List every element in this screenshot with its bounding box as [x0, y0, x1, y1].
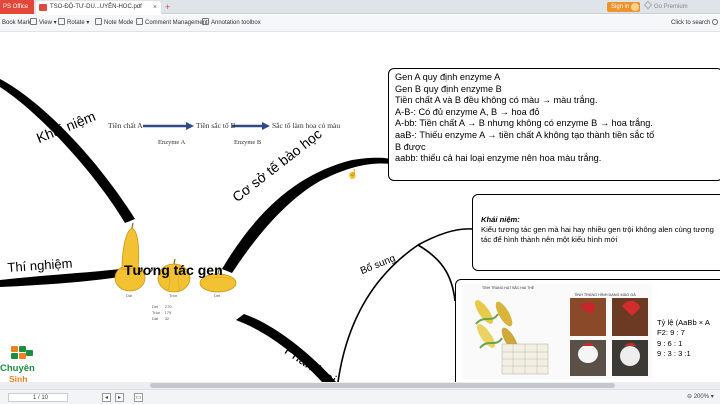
branch-definition-line [0, 79, 135, 223]
cell-basis-line: A-bb: Tiền chất A → B nhưng không có enz… [395, 118, 653, 129]
pdf-viewer-window: PS Office TSO-ĐỘ-TƯ-DU...UYÊN-HOC.pdf × … [0, 0, 720, 404]
view-label: View [39, 20, 52, 26]
document-canvas[interactable]: Khái niệm Thí nghiệm Tương tác gen Cơ sở… [0, 33, 720, 382]
supplement-body: Kiểu tương tác gen mà hai hay nhiều gen … [481, 225, 714, 244]
new-tab-button[interactable]: + [165, 0, 170, 14]
comment-icon [136, 18, 143, 25]
sign-in-button[interactable]: Sign in [607, 2, 640, 12]
rotate-label: Rotate [67, 20, 85, 26]
app-tab[interactable]: PS Office [0, 0, 34, 14]
close-tab-icon[interactable]: × [153, 1, 157, 14]
rotate-icon [58, 18, 65, 25]
cell-basis-line: aabb: thiếu cả hai loại enzyme nên hoa m… [395, 153, 602, 164]
squash-count-name: Tròn [152, 310, 161, 315]
ratio-line: 9 : 3 : 3 :1 [657, 349, 691, 359]
rotate-button[interactable]: Rotate ▾ [58, 15, 89, 32]
diagram-enzyme-b: Enzyme B [234, 139, 262, 146]
squash-long-icon [114, 222, 146, 292]
view-button[interactable]: View ▾ [30, 15, 57, 32]
panel-title-1: TÍNH TRẠNG HẠT BẮC HAI THỂ [482, 286, 535, 290]
cell-basis-note[interactable]: Gen A quy định enzyme A Gen B quy định e… [388, 68, 720, 181]
logo-text-line1: Chuyên [0, 363, 35, 374]
squash-count-value: 270 [164, 304, 172, 309]
pdf-file-icon [39, 4, 47, 11]
cell-basis-line: Gen B quy định enzyme B [395, 83, 502, 94]
next-page-button[interactable]: ▸ [115, 393, 124, 402]
cell-basis-line: aaB-: Thiếu enzyme A → tiền chất A không… [395, 129, 655, 140]
squash-count-name: Dài [152, 316, 159, 321]
squash-label-long: Dài [126, 293, 133, 298]
diagram-intermediate: Tiền sắc tố B [196, 121, 236, 130]
supplement-title: Khái niệm: [481, 215, 520, 224]
search-icon [712, 19, 719, 25]
arrow-head-b [262, 122, 270, 130]
sign-in-label: Sign in [611, 4, 630, 10]
page-number-input[interactable]: 1 / 10 [8, 393, 68, 402]
cell-basis-line: A-B-: Có đủ enzyme A, B → hoa đỏ [395, 106, 540, 117]
squash-count-value: 32 [164, 316, 170, 321]
ratio-list: Tỷ lệ (AaBb × A F2: 9 : 7 9 : 6 : 1 9 : … [657, 318, 710, 360]
squash-label-round: Tròn [169, 293, 178, 298]
go-premium-label: Go Premium [654, 4, 688, 10]
squash-count-value: 179 [164, 310, 172, 315]
corn-icon [495, 301, 513, 327]
chuyen-sinh-logo: Chuyên Sinh [0, 346, 38, 390]
title-bar: PS Office TSO-ĐỘ-TƯ-DU...UYÊN-HOC.pdf × … [0, 0, 720, 14]
cell-basis-line: Tiền chất A và B đều không có màu → màu … [395, 95, 598, 106]
logo-text-line2: Sinh [9, 374, 28, 384]
classification-illustration [474, 298, 648, 376]
horizontal-scrollbar[interactable] [0, 382, 720, 389]
corn-icon [476, 324, 496, 348]
document-tab[interactable]: TSO-ĐỘ-TƯ-DU...UYÊN-HOC.pdf × [36, 1, 161, 14]
squash-count-row: Dài 32 [152, 316, 169, 322]
branch-supplement-line [337, 228, 473, 382]
arrow-head-a [186, 122, 194, 130]
toolbar: Book Mark View ▾ Rotate ▾ Note Mode Comm… [0, 15, 720, 32]
supplement-note[interactable]: Khái niệm: Kiểu tương tác gen mà hai hay… [472, 194, 720, 271]
diagram-enzyme-a: Enzyme A [158, 139, 186, 146]
squash-count-name: Dẹt [152, 304, 159, 309]
comment-management-button[interactable]: Comment Management [136, 15, 208, 32]
ratio-line: F2: 9 : 7 [657, 328, 685, 338]
center-topic-label[interactable]: Tương tác gen [124, 262, 223, 278]
logo-grid-icon [11, 346, 33, 364]
diagram-precursor: Tiền chất A [108, 121, 143, 130]
search-button[interactable]: Click to search [671, 15, 719, 32]
zoom-level: 200% [693, 394, 710, 400]
note-mode-icon [95, 18, 102, 25]
annotation-toolbox-button[interactable]: Annotation toolbox [202, 15, 261, 32]
status-bar: 1 / 10 ◂ ▸ ▭ ⊖ 200% ▾ [0, 389, 720, 404]
classification-note[interactable]: TÍNH TRẠNG HẠT BẮC HAI THỂ TÍNH TRẠNG HÌ… [455, 279, 720, 382]
premium-diamond-icon [643, 0, 653, 10]
classification-image-panel: TÍNH TRẠNG HẠT BẮC HAI THỂ TÍNH TRẠNG HÌ… [462, 284, 652, 379]
squash-label-flat: Dẹt [214, 293, 221, 298]
diagram-pigment: Sắc tố làm hoa có màu [272, 121, 341, 130]
go-premium-button[interactable]: Go Premium [643, 0, 688, 14]
prev-page-button[interactable]: ◂ [102, 393, 111, 402]
punnett-square [501, 343, 549, 375]
panel-title-2: TÍNH TRẠNG HÌNH DẠNG MÀO GÀ [574, 293, 636, 297]
corn-icon [474, 300, 494, 324]
annotation-toolbox-label: Annotation toolbox [211, 20, 261, 26]
note-mode-button[interactable]: Note Mode [95, 15, 133, 32]
cell-basis-line: B được [395, 141, 426, 152]
comment-management-label: Comment Management [145, 20, 208, 26]
fit-page-button[interactable]: ▭ [134, 393, 143, 402]
cell-basis-line: Gen A quy định enzyme A [395, 72, 501, 82]
ratio-line: Tỷ lệ (AaBb × A [657, 318, 710, 327]
scrollbar-thumb[interactable] [150, 383, 615, 388]
search-label: Click to search [671, 20, 711, 26]
hand-cursor-icon: ☝ [347, 169, 359, 179]
branch-cell-basis-line [222, 157, 392, 273]
document-tab-label: TSO-ĐỘ-TƯ-DU...UYÊN-HOC.pdf [50, 4, 142, 10]
bookmark-button[interactable]: Book Mark [2, 15, 31, 32]
zoom-control[interactable]: ⊖ 200% ▾ [687, 390, 714, 404]
view-icon [30, 18, 37, 25]
annotation-icon [202, 18, 209, 25]
avatar-icon [631, 3, 639, 11]
ratio-line: 9 : 6 : 1 [657, 338, 683, 348]
bookmark-label: Book Mark [2, 20, 31, 26]
branch-supplement-sub-line [417, 244, 456, 302]
note-mode-label: Note Mode [104, 20, 134, 26]
